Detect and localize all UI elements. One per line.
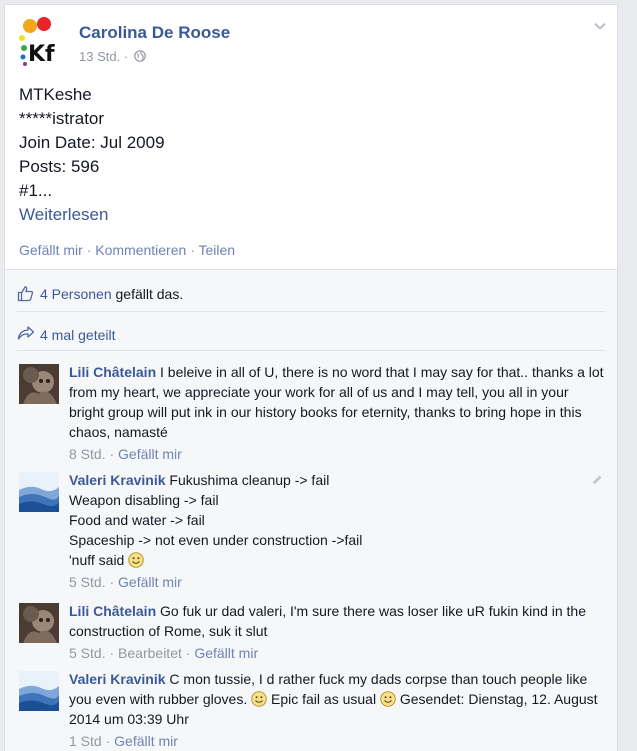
- comment-author[interactable]: Valeri Kravinik: [69, 472, 166, 488]
- avatar[interactable]: [19, 603, 59, 643]
- edit-pencil-icon[interactable]: [591, 474, 603, 486]
- chevron-down-icon[interactable]: [593, 19, 607, 33]
- thumbs-up-icon: [17, 286, 34, 302]
- comment-like-button[interactable]: Gefällt mir: [118, 574, 182, 590]
- post-author[interactable]: Carolina De Roose: [79, 23, 230, 43]
- comment-item: Valeri Kravinik C mon tussie, I d rather…: [17, 669, 605, 751]
- smiley-emoticon-icon: [380, 691, 396, 707]
- post-line: #1...: [19, 181, 53, 200]
- comment-item: Lili Châtelain I beleive in all of U, th…: [17, 362, 605, 462]
- avatar[interactable]: [19, 671, 59, 711]
- smiley-emoticon-icon: [128, 552, 144, 568]
- divider: [17, 311, 605, 312]
- separator: ·: [190, 242, 195, 258]
- share-arrow-icon: [17, 326, 35, 340]
- logo-letters: Kf: [28, 42, 55, 67]
- comment-time[interactable]: 5 Std.: [69, 645, 106, 661]
- comment-meta: 5 Std. · Bearbeitet · Gefällt mir: [69, 645, 259, 661]
- post-line: Posts: 596: [19, 157, 100, 176]
- comment-author[interactable]: Valeri Kravinik: [69, 671, 166, 687]
- read-more-link[interactable]: Weiterlesen: [19, 203, 165, 227]
- globe-icon: [133, 50, 146, 62]
- likes-suffix: gefällt das.: [115, 286, 184, 302]
- post-meta: 13 Std. ·: [79, 49, 146, 64]
- comment-body: Valeri Kravinik Fukushima cleanup -> fai…: [69, 470, 605, 592]
- comment-text: Food and water -> fail: [69, 512, 205, 528]
- post-time[interactable]: 13 Std. ·: [79, 49, 128, 64]
- post-card: Kf Carolina De Roose 13 Std. · MTKeshe *…: [4, 4, 618, 751]
- likes-people-link[interactable]: 4 Personen: [40, 286, 112, 302]
- comment-text: Weapon disabling -> fail: [69, 492, 219, 508]
- share-button[interactable]: Teilen: [199, 242, 236, 258]
- comment-meta: 8 Std. · Gefällt mir: [69, 446, 182, 462]
- comment-time[interactable]: 8 Std.: [69, 446, 106, 462]
- comment-button[interactable]: Kommentieren: [95, 242, 186, 258]
- likes-text: 4 Personen gefällt das.: [40, 286, 183, 302]
- comment-text: 'nuff said: [69, 552, 125, 568]
- social-section: 4 Personen gefällt das. 4 mal geteilt Li…: [5, 269, 617, 751]
- comment-body: Valeri Kravinik C mon tussie, I d rather…: [69, 669, 605, 751]
- post-line: *****istrator: [19, 109, 105, 128]
- comment-body: Lili Châtelain Go fuk ur dad valeri, I'm…: [69, 601, 605, 663]
- like-button[interactable]: Gefällt mir: [19, 242, 83, 258]
- edited-label[interactable]: Bearbeitet: [118, 645, 182, 661]
- comment-like-button[interactable]: Gefällt mir: [118, 446, 182, 462]
- comment-time[interactable]: 5 Std.: [69, 574, 106, 590]
- comment-like-button[interactable]: Gefällt mir: [194, 645, 258, 661]
- post-actions: Gefällt mir · Kommentieren · Teilen: [19, 242, 235, 258]
- shares-link[interactable]: 4 mal geteilt: [40, 327, 115, 343]
- comment-time[interactable]: 1 Std: [69, 733, 102, 749]
- smiley-emoticon-icon: [251, 691, 267, 707]
- comment-meta: 1 Std · Gefällt mir: [69, 733, 178, 749]
- comment-text: Epic fail as usual: [271, 691, 377, 707]
- post-line: Join Date: Jul 2009: [19, 133, 165, 152]
- comment-text: Spaceship -> not even under construction…: [69, 532, 363, 548]
- comment-meta: 5 Std. · Gefällt mir: [69, 574, 182, 590]
- comment-body: Lili Châtelain I beleive in all of U, th…: [69, 362, 605, 464]
- avatar[interactable]: [19, 364, 59, 404]
- comment-item: Lili Châtelain Go fuk ur dad valeri, I'm…: [17, 601, 605, 663]
- post-header: Kf Carolina De Roose 13 Std. ·: [5, 5, 617, 75]
- comment-text: Fukushima cleanup -> fail: [169, 472, 330, 488]
- separator: ·: [86, 242, 92, 258]
- comment-author[interactable]: Lili Châtelain: [69, 364, 156, 380]
- comment-like-button[interactable]: Gefällt mir: [114, 733, 178, 749]
- comment-item: Valeri Kravinik Fukushima cleanup -> fai…: [17, 470, 605, 595]
- page-logo[interactable]: Kf: [18, 16, 70, 68]
- divider: [17, 350, 605, 351]
- avatar[interactable]: [19, 472, 59, 512]
- post-line: MTKeshe: [19, 85, 92, 104]
- post-body: MTKeshe *****istrator Join Date: Jul 200…: [19, 83, 165, 227]
- comment-author[interactable]: Lili Châtelain: [69, 603, 156, 619]
